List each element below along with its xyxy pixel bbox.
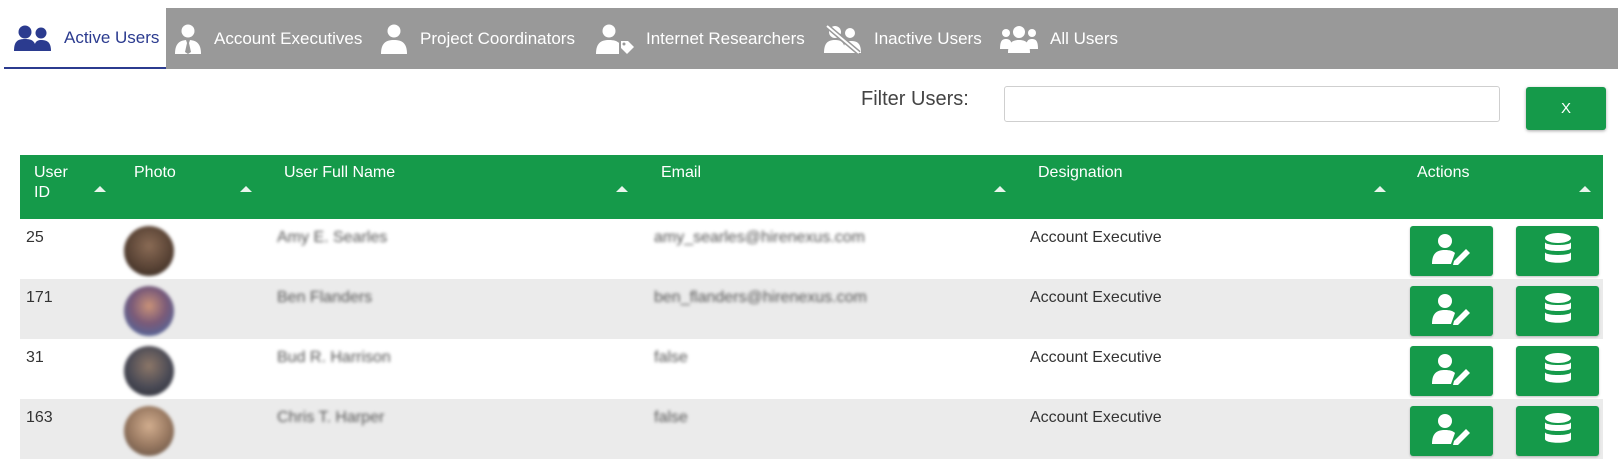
user-tabs: Active Users Account Executives Project …	[4, 8, 1618, 69]
sort-up-icon[interactable]	[616, 186, 628, 192]
user-full-name[interactable]: Chris T. Harper	[277, 409, 384, 427]
tab-active-users[interactable]: Active Users	[4, 8, 166, 69]
filter-users-input[interactable]	[1004, 86, 1500, 122]
edit-user-button[interactable]	[1410, 346, 1493, 396]
users-table-body: 25 Amy E. Searles amy_searles@hirenexus.…	[20, 219, 1603, 459]
avatar	[124, 226, 174, 276]
tab-internet-researchers[interactable]: Internet Researchers	[596, 8, 805, 69]
tab-label: Account Executives	[214, 28, 363, 48]
avatar	[124, 346, 174, 396]
tab-project-coordinators[interactable]: Project Coordinators	[380, 8, 575, 69]
tab-label: All Users	[1050, 28, 1119, 48]
database-icon	[1544, 232, 1572, 270]
filter-label: Filter Users:	[861, 88, 969, 110]
user-designation: Account Executive	[1030, 409, 1162, 426]
edit-user-button[interactable]	[1410, 226, 1493, 276]
table-header: User ID Photo User Full Name Email Desig…	[20, 155, 1603, 219]
tab-label: Inactive Users	[874, 28, 982, 48]
tab-label: Active Users	[64, 27, 160, 47]
column-header-designation[interactable]: Designation	[1038, 163, 1123, 183]
column-header-email[interactable]: Email	[661, 163, 701, 183]
avatar	[124, 286, 174, 336]
database-icon	[1544, 292, 1572, 330]
user-icon	[380, 24, 408, 54]
user-group-icon	[14, 24, 52, 52]
user-id: 25	[26, 229, 44, 246]
tab-label: Project Coordinators	[420, 28, 575, 48]
table-row: 163 Chris T. Harper false Account Execut…	[20, 399, 1603, 459]
column-header-actions[interactable]: Actions	[1417, 163, 1469, 183]
user-full-name[interactable]: Ben Flanders	[277, 289, 372, 307]
user-designation: Account Executive	[1030, 349, 1162, 366]
database-button[interactable]	[1516, 286, 1599, 336]
table-row: 171 Ben Flanders ben_flanders@hirenexus.…	[20, 279, 1603, 339]
users-icon	[1000, 25, 1038, 53]
tab-label: Internet Researchers	[646, 28, 805, 48]
user-management-panel: Active Users Account Executives Project …	[4, 8, 1618, 463]
sort-up-icon[interactable]	[94, 186, 106, 192]
user-full-name[interactable]: Bud R. Harrison	[277, 349, 391, 367]
avatar	[124, 406, 174, 456]
column-header-full-name[interactable]: User Full Name	[284, 163, 395, 183]
database-icon	[1544, 352, 1572, 390]
user-id: 163	[26, 409, 53, 426]
user-tie-icon	[174, 24, 202, 54]
sort-up-icon[interactable]	[994, 186, 1006, 192]
sort-up-icon[interactable]	[1579, 186, 1591, 192]
user-edit-icon	[1431, 353, 1472, 390]
sort-up-icon[interactable]	[1374, 186, 1386, 192]
user-designation: Account Executive	[1030, 229, 1162, 246]
user-edit-icon	[1431, 233, 1472, 270]
database-icon	[1544, 412, 1572, 450]
user-id: 171	[26, 289, 53, 306]
database-button[interactable]	[1516, 226, 1599, 276]
user-designation: Account Executive	[1030, 289, 1162, 306]
clear-filter-button[interactable]: X	[1526, 87, 1606, 130]
user-email[interactable]: false	[654, 409, 688, 427]
table-row: 31 Bud R. Harrison false Account Executi…	[20, 339, 1603, 399]
user-slash-icon	[824, 23, 862, 54]
user-tag-icon	[596, 24, 634, 54]
tab-all-users[interactable]: All Users	[1000, 8, 1118, 69]
database-button[interactable]	[1516, 346, 1599, 396]
user-edit-icon	[1431, 413, 1472, 450]
user-id: 31	[26, 349, 44, 366]
user-email[interactable]: false	[654, 349, 688, 367]
user-email[interactable]: amy_searles@hirenexus.com	[654, 229, 865, 247]
edit-user-button[interactable]	[1410, 286, 1493, 336]
sort-up-icon[interactable]	[240, 186, 252, 192]
tab-inactive-users[interactable]: Inactive Users	[824, 8, 982, 69]
column-header-user-id[interactable]: User ID	[34, 163, 74, 203]
column-header-photo[interactable]: Photo	[134, 163, 176, 183]
tab-account-executives[interactable]: Account Executives	[174, 8, 362, 69]
user-email[interactable]: ben_flanders@hirenexus.com	[654, 289, 867, 307]
edit-user-button[interactable]	[1410, 406, 1493, 456]
user-edit-icon	[1431, 293, 1472, 330]
user-full-name[interactable]: Amy E. Searles	[277, 229, 387, 247]
table-row: 25 Amy E. Searles amy_searles@hirenexus.…	[20, 219, 1603, 279]
database-button[interactable]	[1516, 406, 1599, 456]
